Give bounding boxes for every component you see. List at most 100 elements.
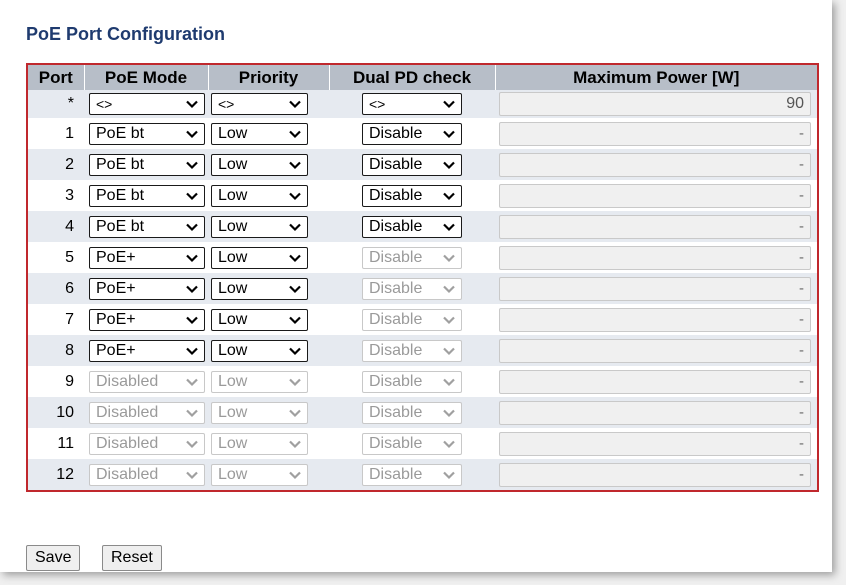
port-cell: 4 [27,211,84,242]
select-value: Disable [369,465,423,483]
priority-select[interactable]: Low [211,215,308,238]
max-power-input[interactable]: - [499,338,811,363]
max-power-input[interactable]: - [499,214,811,239]
poe-config-panel: PoE Port Configuration Port PoE Mode Pri… [0,0,832,572]
priority-select[interactable]: Low [211,339,308,362]
table-row: 2 PoE bt Low Disable - [27,149,818,180]
dual-pd-select: Disable [362,277,462,300]
save-button[interactable]: Save [26,545,81,571]
poe-mode-select[interactable]: PoE+ [89,339,205,362]
priority-select[interactable]: Low [211,246,308,269]
priority-select[interactable]: Low [211,122,308,145]
max-power-input[interactable]: - [499,307,811,332]
dual-pd-select: Disable [362,246,462,269]
poe-mode-select[interactable]: PoE+ [89,308,205,331]
select-value: Disable [369,310,423,328]
max-power-input[interactable]: - [499,369,811,394]
poe-mode-select[interactable]: PoE bt [89,215,205,238]
header-maximum-power: Maximum Power [W] [494,64,818,90]
dual-pd-select: Disable [362,339,462,362]
select-value: Low [218,155,248,173]
table-row: 4 PoE bt Low Disable - [27,211,818,242]
dual-pd-select[interactable]: Disable [362,184,462,207]
max-power-input-all[interactable]: 90 [499,92,811,116]
reset-button[interactable]: Reset [102,545,162,571]
table-row: 7 PoE+ Low Disable - [27,304,818,335]
chevron-down-icon [289,100,301,109]
select-value: Disabled [96,403,159,421]
chevron-down-icon [443,161,455,169]
select-value: Low [218,465,248,483]
select-value: Disabled [96,434,159,452]
chevron-down-icon [186,440,198,448]
select-value: PoE+ [96,279,136,297]
chevron-down-icon [443,100,455,109]
table-row: 9 Disabled Low Disable - [27,366,818,397]
dual-pd-select-all[interactable]: <> [362,93,462,115]
max-power-input[interactable]: - [499,245,811,270]
select-value: PoE+ [96,310,136,328]
select-value: Disable [369,341,423,359]
max-power-input[interactable]: - [499,400,811,425]
select-value: Low [218,341,248,359]
dual-pd-select[interactable]: Disable [362,215,462,238]
priority-select[interactable]: Low [211,184,308,207]
select-value: PoE+ [96,341,136,359]
priority-select-all[interactable]: <> [211,93,308,115]
select-value: Disable [369,217,423,235]
chevron-down-icon [443,223,455,231]
dual-pd-select[interactable]: Disable [362,153,462,176]
priority-select[interactable]: Low [211,277,308,300]
chevron-down-icon [289,409,301,417]
chevron-down-icon [186,223,198,231]
port-cell: 10 [27,397,84,428]
select-value: PoE bt [96,217,145,235]
priority-select[interactable]: Low [211,308,308,331]
table-row: 12 Disabled Low Disable - [27,459,818,491]
select-value: Disable [369,403,423,421]
chevron-down-icon [443,316,455,324]
dual-pd-select[interactable]: Disable [362,122,462,145]
max-power-input[interactable]: - [499,431,811,456]
max-power-input[interactable]: - [499,462,811,487]
poe-mode-select[interactable]: PoE bt [89,153,205,176]
page-title: PoE Port Configuration [26,24,225,44]
chevron-down-icon [289,223,301,231]
poe-mode-select[interactable]: PoE bt [89,122,205,145]
max-power-input[interactable]: - [499,121,811,146]
poe-mode-select[interactable]: PoE+ [89,246,205,269]
select-value: <> [96,96,113,112]
chevron-down-icon [186,161,198,169]
table-row: 10 Disabled Low Disable - [27,397,818,428]
header-dual-pd-check: Dual PD check [328,64,495,90]
select-value: Low [218,248,248,266]
chevron-down-icon [186,130,198,138]
chevron-down-icon [186,254,198,262]
poe-mode-select: Disabled [89,370,205,393]
select-value: Low [218,372,248,390]
table-row: 1 PoE bt Low Disable - [27,118,818,149]
select-value: Disable [369,434,423,452]
header-port: Port [27,64,84,90]
poe-mode-select[interactable]: PoE bt [89,184,205,207]
port-cell: 3 [27,180,84,211]
max-power-input[interactable]: - [499,183,811,208]
dual-pd-select: Disable [362,370,462,393]
select-value: Disable [369,279,423,297]
select-value: PoE bt [96,124,145,142]
poe-mode-select[interactable]: PoE+ [89,277,205,300]
port-cell: 9 [27,366,84,397]
poe-mode-select: Disabled [89,432,205,455]
chevron-down-icon [443,254,455,262]
chevron-down-icon [289,192,301,200]
poe-mode-select-all[interactable]: <> [89,93,205,115]
max-power-input[interactable]: - [499,152,811,177]
chevron-down-icon [443,347,455,355]
select-value: Disable [369,186,423,204]
max-power-input[interactable]: - [499,276,811,301]
select-value: Disable [369,372,423,390]
select-value: Low [218,434,248,452]
chevron-down-icon [443,409,455,417]
port-cell: 1 [27,118,84,149]
priority-select[interactable]: Low [211,153,308,176]
